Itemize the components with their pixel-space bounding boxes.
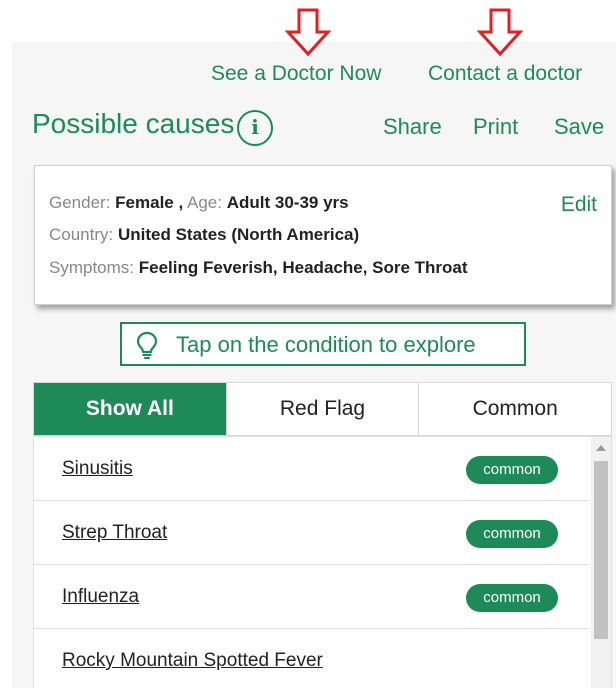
filter-tabs: Show All Red Flag Common [33,382,612,436]
contact-a-doctor-link[interactable]: Contact a doctor [428,62,582,86]
list-item[interactable]: Strep Throat common [34,501,590,565]
symptoms-value: Feeling Feverish, Headache, Sore Throat [138,258,468,277]
common-badge: common [466,520,558,548]
share-button[interactable]: Share [383,114,442,140]
tap-hint-banner: Tap on the condition to explore [120,322,526,366]
gender-label: Gender: [49,193,111,212]
tab-common[interactable]: Common [419,383,611,435]
symptoms-label: Symptoms: [49,258,135,277]
edit-button[interactable]: Edit [561,193,597,217]
common-badge: common [466,584,558,612]
condition-link[interactable]: Rocky Mountain Spotted Fever [62,650,323,672]
list-item[interactable]: Rocky Mountain Spotted Fever [34,629,590,688]
scrollbar[interactable] [591,437,611,688]
top-links: See a Doctor Now Contact a doctor [0,62,616,92]
gender-value: Female , [115,193,184,212]
info-icon[interactable]: i [237,110,273,146]
see-a-doctor-now-link[interactable]: See a Doctor Now [211,62,381,86]
conditions-list: Sinusitis common Strep Throat common Inf… [33,436,612,688]
tab-show-all[interactable]: Show All [34,383,227,435]
country-value: United States (North America) [117,225,360,244]
print-button[interactable]: Print [473,114,518,140]
age-label: Age: [187,193,222,212]
condition-link[interactable]: Sinusitis [62,458,133,480]
save-button[interactable]: Save [554,114,604,140]
list-item[interactable]: Influenza common [34,565,590,629]
page-title: Possible causes [32,108,235,139]
hint-text: Tap on the condition to explore [176,332,476,357]
age-value: Adult 30-39 yrs [226,193,349,212]
tab-red-flag[interactable]: Red Flag [227,383,420,435]
patient-summary-card: Gender: Female , Age: Adult 30-39 yrs Co… [34,165,612,305]
scrollbar-thumb[interactable] [594,461,608,639]
country-label: Country: [49,225,114,244]
symptoms-line: Symptoms: Feeling Feverish, Headache, So… [49,258,468,278]
title-row: Possible causes i Share Print Save [32,108,616,148]
condition-link[interactable]: Influenza [62,586,139,608]
gender-age-line: Gender: Female , Age: Adult 30-39 yrs [49,193,349,213]
list-item[interactable]: Sinusitis common [34,437,590,501]
common-badge: common [466,456,558,484]
scroll-up-arrow-icon[interactable] [596,445,606,451]
down-arrow-annotation-icon [476,8,524,57]
condition-link[interactable]: Strep Throat [62,522,167,544]
lightbulb-icon [136,331,158,359]
down-arrow-annotation-icon [284,8,332,57]
country-line: Country: United States (North America) [49,225,359,245]
